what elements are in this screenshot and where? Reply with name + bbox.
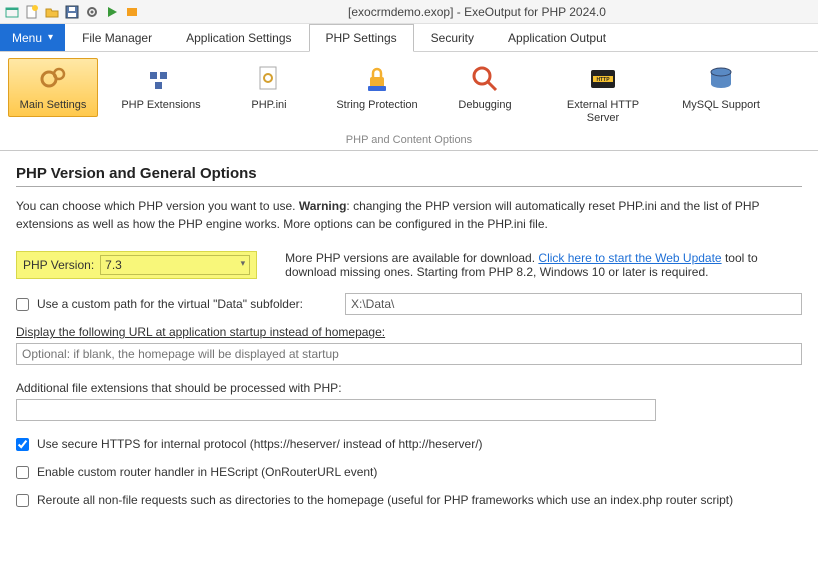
section-heading: PHP Version and General Options <box>16 165 802 187</box>
ribbon-group-title: PHP and Content Options <box>8 130 810 148</box>
ribbon-php-ini[interactable]: PHP.ini <box>224 58 314 117</box>
window-icon[interactable] <box>4 4 20 20</box>
ribbon-label: MySQL Support <box>682 99 760 112</box>
router-label: Enable custom router handler in HEScript… <box>37 465 377 479</box>
https-row: Use secure HTTPS for internal protocol (… <box>16 437 802 451</box>
ribbon-main-settings[interactable]: Main Settings <box>8 58 98 117</box>
additional-ext-group: Additional file extensions that should b… <box>16 381 802 421</box>
ribbon-label: PHP.ini <box>251 99 286 112</box>
custom-data-path-row: Use a custom path for the virtual "Data"… <box>16 293 802 315</box>
ribbon-label: String Protection <box>336 99 417 112</box>
titlebar-quick-icons <box>4 4 140 20</box>
https-label: Use secure HTTPS for internal protocol (… <box>37 437 483 451</box>
svg-text:HTTP: HTTP <box>596 77 610 83</box>
custom-data-path-checkbox[interactable] <box>16 298 29 311</box>
ribbon-label: Debugging <box>458 99 511 112</box>
startup-url-label: Display the following URL at application… <box>16 325 802 339</box>
additional-ext-label: Additional file extensions that should b… <box>16 381 802 395</box>
web-update-link[interactable]: Click here to start the Web Update <box>538 251 721 265</box>
settings-gear-icon[interactable] <box>84 4 100 20</box>
save-icon[interactable] <box>64 4 80 20</box>
ribbon-php-extensions[interactable]: PHP Extensions <box>116 58 206 117</box>
magnifier-icon <box>469 63 501 95</box>
chevron-down-icon: ▾ <box>48 32 53 43</box>
router-row: Enable custom router handler in HEScript… <box>16 465 802 479</box>
tab-application-settings[interactable]: Application Settings <box>169 24 308 51</box>
section-description: You can choose which PHP version you wan… <box>16 197 802 233</box>
https-checkbox[interactable] <box>16 438 29 451</box>
php-version-box: PHP Version: 7.3 <box>16 251 257 279</box>
titlebar: [exocrmdemo.exop] - ExeOutput for PHP 20… <box>0 0 818 24</box>
startup-url-input[interactable] <box>16 343 802 365</box>
content-panel: PHP Version and General Options You can … <box>0 151 818 531</box>
new-icon[interactable] <box>24 4 40 20</box>
menu-button-label: Menu <box>12 31 42 45</box>
open-icon[interactable] <box>44 4 60 20</box>
menu-button[interactable]: Menu ▾ <box>0 24 65 51</box>
lock-icon <box>361 63 393 95</box>
startup-url-group: Display the following URL at application… <box>16 325 802 365</box>
reroute-label: Reroute all non-file requests such as di… <box>37 493 733 507</box>
tab-application-output[interactable]: Application Output <box>491 24 623 51</box>
php-version-hint: More PHP versions are available for down… <box>285 251 802 279</box>
database-icon <box>705 63 737 95</box>
desc-warning-label: Warning <box>299 199 347 213</box>
build-icon[interactable] <box>124 4 140 20</box>
router-checkbox[interactable] <box>16 466 29 479</box>
main-tabs-row: Menu ▾ File Manager Application Settings… <box>0 24 818 52</box>
tab-security[interactable]: Security <box>414 24 491 51</box>
php-version-select[interactable]: 7.3 <box>100 255 250 275</box>
php-version-row: PHP Version: 7.3 More PHP versions are a… <box>16 251 802 279</box>
reroute-row: Reroute all non-file requests such as di… <box>16 493 802 507</box>
ribbon-external-http[interactable]: HTTP External HTTP Server <box>548 58 658 130</box>
run-icon[interactable] <box>104 4 120 20</box>
ribbon-string-protection[interactable]: String Protection <box>332 58 422 117</box>
reroute-checkbox[interactable] <box>16 494 29 507</box>
additional-ext-input[interactable] <box>16 399 656 421</box>
ribbon-debugging[interactable]: Debugging <box>440 58 530 117</box>
tab-php-settings[interactable]: PHP Settings <box>309 24 414 52</box>
custom-data-path-input[interactable] <box>345 293 802 315</box>
window-title: [exocrmdemo.exop] - ExeOutput for PHP 20… <box>140 5 814 19</box>
ribbon-label: PHP Extensions <box>121 99 200 112</box>
desc-text: You can choose which PHP version you wan… <box>16 199 299 213</box>
tab-file-manager[interactable]: File Manager <box>65 24 169 51</box>
extensions-icon <box>145 63 177 95</box>
http-server-icon: HTTP <box>587 63 619 95</box>
ribbon: Main Settings PHP Extensions PHP.ini Str… <box>0 52 818 151</box>
custom-data-path-label: Use a custom path for the virtual "Data"… <box>37 297 337 311</box>
php-version-label: PHP Version: <box>23 258 94 272</box>
ribbon-label: External HTTP Server <box>551 99 655 125</box>
ribbon-mysql-support[interactable]: MySQL Support <box>676 58 766 117</box>
ini-file-icon <box>253 63 285 95</box>
gears-icon <box>37 63 69 95</box>
hint-text: More PHP versions are available for down… <box>285 251 538 265</box>
ribbon-label: Main Settings <box>20 99 87 112</box>
